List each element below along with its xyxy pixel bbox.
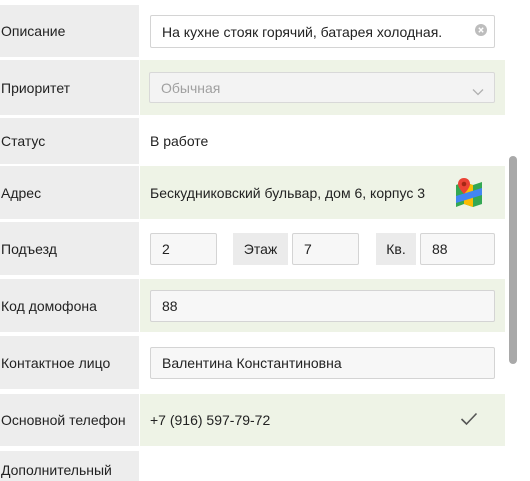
- priority-placeholder: Обычная: [161, 79, 221, 96]
- intercom-value-cell: 88: [140, 279, 505, 332]
- description-row: Описание На кухне стояк горячий, батарея…: [0, 5, 505, 57]
- floor-tag: Этаж: [233, 233, 288, 265]
- priority-label: Приоритет: [0, 60, 139, 115]
- checkmark-icon: [460, 412, 478, 426]
- description-input[interactable]: На кухне стояк горячий, батарея холодная…: [150, 15, 495, 48]
- apartment-tag: Кв.: [376, 233, 416, 265]
- main-phone-value-cell: +7 (916) 597-79-72: [140, 394, 505, 446]
- address-label: Адрес: [0, 166, 139, 219]
- address-value: Бескудниковский бульвар, дом 6, корпус 3: [150, 184, 426, 201]
- contact-label: Контактное лицо: [0, 336, 139, 389]
- status-value: В работе: [150, 133, 209, 149]
- priority-select[interactable]: Обычная: [149, 72, 495, 103]
- intercom-input[interactable]: 88: [150, 290, 495, 322]
- description-text: На кухне стояк горячий, батарея холодная…: [162, 23, 443, 40]
- description-label: Описание: [0, 5, 139, 57]
- scrollbar-thumb[interactable]: [509, 156, 517, 364]
- extra-phone-label-text: Дополнительный: [1, 462, 112, 478]
- main-phone-value[interactable]: +7 (916) 597-79-72: [150, 394, 270, 446]
- intercom-label: Код домофона: [0, 279, 139, 332]
- description-value-cell: На кухне стояк горячий, батарея холодная…: [140, 5, 505, 57]
- floor-value: 7: [304, 241, 312, 257]
- main-phone-label: Основной телефон: [0, 394, 139, 446]
- extra-phone-row: Дополнительный: [0, 451, 505, 481]
- contact-value: Валентина Константиновна: [162, 355, 342, 371]
- status-label: Статус: [0, 118, 139, 164]
- main-phone-row: Основной телефон +7 (916) 597-79-72: [0, 394, 505, 446]
- extra-phone-label: Дополнительный: [0, 451, 139, 481]
- entrance-value: 2: [162, 241, 170, 257]
- intercom-row: Код домофона 88: [0, 279, 505, 332]
- intercom-value: 88: [162, 298, 178, 314]
- entrance-row: Подъезд 2 Этаж 7 Кв. 88: [0, 222, 505, 275]
- floor-input[interactable]: 7: [292, 233, 359, 265]
- status-value-cell: В работе: [140, 118, 505, 164]
- status-row: Статус В работе: [0, 118, 505, 164]
- chevron-down-icon: [472, 83, 484, 96]
- floor-label: Этаж: [243, 241, 278, 257]
- priority-value-cell: Обычная: [140, 60, 505, 115]
- apartment-label: Кв.: [386, 241, 406, 257]
- contact-row: Контактное лицо Валентина Константиновна: [0, 336, 505, 389]
- contact-input[interactable]: Валентина Константиновна: [150, 347, 495, 379]
- contact-value-cell: Валентина Константиновна: [140, 336, 505, 389]
- clear-icon[interactable]: [475, 23, 487, 36]
- entrance-value-cell: 2 Этаж 7 Кв. 88: [140, 222, 505, 275]
- apartment-input[interactable]: 88: [420, 233, 495, 265]
- entrance-label: Подъезд: [0, 222, 139, 275]
- map-icon[interactable]: [454, 176, 484, 208]
- priority-row: Приоритет Обычная: [0, 60, 505, 115]
- address-row: Адрес Бескудниковский бульвар, дом 6, ко…: [0, 166, 505, 219]
- apartment-value: 88: [432, 241, 448, 257]
- address-value-cell: Бескудниковский бульвар, дом 6, корпус 3: [140, 166, 505, 219]
- entrance-input[interactable]: 2: [150, 233, 217, 265]
